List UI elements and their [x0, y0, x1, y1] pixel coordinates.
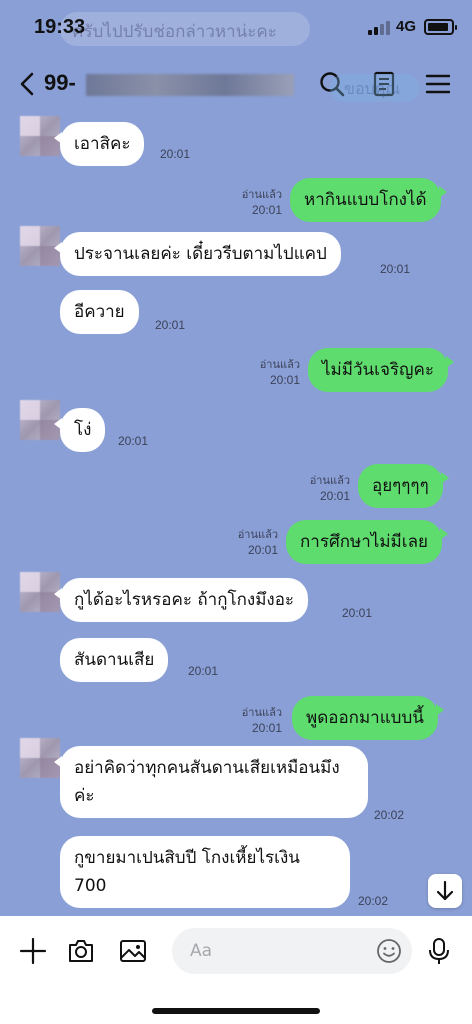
read-receipt: อ่านแล้ว — [241, 707, 282, 719]
message-time: 20:01 — [380, 262, 411, 276]
message-meta: อ่านแล้ว 20:01 — [296, 474, 350, 504]
message-time: 20:01 — [251, 721, 282, 735]
scroll-to-bottom-button[interactable] — [428, 874, 462, 908]
ghost-pill: ขอบคุณ — [330, 74, 420, 102]
message-bubble-outgoing[interactable]: อุยๆๆๆๆ — [358, 464, 449, 508]
read-receipt: อ่านแล้ว — [309, 475, 350, 487]
message-time: 20:01 — [160, 147, 191, 161]
status-time: 19:33 — [34, 16, 86, 38]
message-bubble-incoming[interactable]: กูขายมาเปนสิบปี โกงเหี้ยไรเงิน 700 — [60, 836, 350, 908]
signal-icon — [368, 21, 390, 35]
read-receipt: อ่านแล้ว — [259, 359, 300, 371]
arrow-down-icon — [436, 880, 454, 901]
composer-bar — [0, 916, 472, 1024]
plus-icon[interactable] — [18, 936, 48, 966]
message-time: 20:01 — [247, 543, 278, 557]
message-bubble-incoming[interactable]: อีควาย — [60, 290, 139, 334]
message-time: 20:02 — [374, 808, 405, 822]
message-time: 20:02 — [358, 894, 389, 908]
message-list[interactable]: เอาสิคะ 20:01 อ่านแล้ว 20:01 หากินแบบโกง… — [0, 110, 472, 916]
message-time: 20:01 — [188, 664, 219, 678]
message-bubble-outgoing[interactable]: การศึกษาไม่มีเลย — [286, 520, 448, 564]
message-bubble-outgoing[interactable]: ไม่มีวันเจริญคะ — [308, 348, 455, 392]
camera-icon[interactable] — [66, 936, 96, 966]
message-bubble-incoming[interactable]: โง่ — [53, 408, 106, 452]
message-time: 20:01 — [342, 606, 373, 620]
message-bubble-outgoing[interactable]: พูดออกมาแบบนี้ — [292, 696, 444, 740]
message-time: 20:01 — [155, 318, 186, 332]
network-type: 4G — [396, 18, 417, 35]
back-icon[interactable] — [16, 70, 40, 98]
message-bubble-incoming[interactable]: กูได้อะไรหรอคะ ถ้ากูโกงมึงอะ — [53, 578, 309, 622]
home-indicator — [152, 1008, 320, 1014]
menu-icon[interactable] — [422, 68, 454, 100]
image-icon[interactable] — [118, 936, 148, 966]
read-receipt: อ่านแล้ว — [241, 189, 282, 201]
read-receipt: อ่านแล้ว — [237, 529, 278, 541]
emoji-icon[interactable] — [376, 938, 402, 964]
message-bubble-incoming[interactable]: เอาสิคะ — [53, 122, 145, 166]
message-meta: อ่านแล้ว 20:01 — [244, 358, 300, 388]
message-time: 20:01 — [118, 434, 149, 448]
status-bar: ครับไปปรับช่อกล่าวหาน่ะคะ 19:33 4G — [0, 0, 472, 58]
message-bubble-incoming[interactable]: อย่าคิดว่าทุกคนสันดานเสียเหมือนมึงค่ะ — [54, 746, 368, 818]
message-bubble-outgoing[interactable]: หากินแบบโกงได้ — [290, 178, 447, 222]
message-meta: อ่านแล้ว 20:01 — [226, 188, 282, 218]
message-time: 20:01 — [319, 489, 350, 503]
message-meta: อ่านแล้ว 20:01 — [226, 706, 282, 736]
redacted-name — [86, 74, 294, 96]
message-time: 20:01 — [251, 203, 282, 217]
notification-banner-ghost: ครับไปปรับช่อกล่าวหาน่ะคะ — [60, 12, 310, 46]
battery-icon — [424, 19, 457, 35]
contact-name[interactable]: 99- — [44, 70, 76, 96]
microphone-icon[interactable] — [424, 936, 454, 966]
message-meta: อ่านแล้ว 20:01 — [222, 528, 278, 558]
message-bubble-incoming[interactable]: สันดานเสีย — [60, 638, 169, 682]
message-time: 20:01 — [269, 373, 300, 387]
message-bubble-incoming[interactable]: ประจานเลยค่ะ เดี๋ยวรีบตามไปแคป — [54, 232, 341, 276]
